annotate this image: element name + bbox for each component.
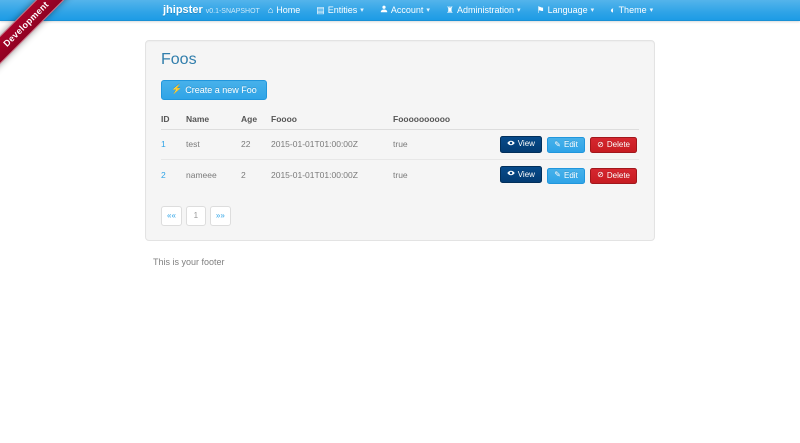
top-navbar: jhipster v0.1-SNAPSHOT ⌂ Home ▤ Entities… [0, 0, 800, 21]
table-row: 2 nameee 2 2015-01-01T01:00:00Z true Vie… [161, 160, 639, 190]
cell-foooo: 2015-01-01T01:00:00Z [271, 129, 393, 160]
cell-flong: true [393, 160, 479, 190]
cell-foooo: 2015-01-01T01:00:00Z [271, 160, 393, 190]
cell-age: 22 [241, 129, 271, 160]
pencil-icon: ✎ [554, 171, 561, 179]
create-foo-label: Create a new Foo [185, 85, 257, 95]
pagination-last-button[interactable]: »» [210, 206, 231, 226]
view-button[interactable]: View [500, 166, 542, 183]
main-container: Foos ⚡ Create a new Foo ID Name Age Fooo… [145, 40, 655, 267]
cell-flong: true [393, 129, 479, 160]
pagination: «« 1 »» [161, 206, 639, 226]
table-row: 1 test 22 2015-01-01T01:00:00Z true View… [161, 129, 639, 160]
eye-icon [507, 139, 515, 149]
nav-item-label: Account [391, 5, 424, 15]
brand-link[interactable]: jhipster v0.1-SNAPSHOT [163, 4, 260, 16]
nav-item-language[interactable]: ⚑ Language ▾ [528, 0, 602, 20]
nav-item-home[interactable]: ⌂ Home [260, 0, 308, 20]
delete-label: Delete [607, 171, 630, 180]
flag-icon: ⚑ [536, 6, 544, 15]
delete-button[interactable]: ⊘ Delete [590, 137, 637, 153]
eye-icon [507, 169, 515, 179]
edit-button[interactable]: ✎ Edit [547, 168, 585, 184]
adjust-icon: ◐ [610, 6, 615, 15]
flash-icon: ⚡ [171, 85, 182, 94]
cell-age: 2 [241, 160, 271, 190]
chevron-down-icon: ▾ [591, 6, 595, 14]
footer-text: This is your footer [145, 257, 655, 267]
pagination-first-button[interactable]: «« [161, 206, 182, 226]
row-id-link[interactable]: 1 [161, 139, 166, 149]
table-header-row: ID Name Age Foooo Foooooooooo [161, 110, 639, 130]
column-header-flong: Foooooooooo [393, 110, 479, 130]
row-id-link[interactable]: 2 [161, 170, 166, 180]
app-window: Development jhipster v0.1-SNAPSHOT ⌂ Hom… [0, 0, 800, 443]
column-header-foooo: Foooo [271, 110, 393, 130]
chevron-down-icon: ▾ [360, 6, 364, 14]
delete-button[interactable]: ⊘ Delete [590, 168, 637, 184]
nav-item-label: Administration [457, 5, 514, 15]
nav-item-entities[interactable]: ▤ Entities ▾ [308, 0, 372, 20]
chevron-down-icon: ▾ [650, 6, 654, 14]
edit-label: Edit [564, 171, 578, 180]
chevron-down-icon: ▾ [426, 6, 430, 14]
content-panel: Foos ⚡ Create a new Foo ID Name Age Fooo… [145, 40, 655, 241]
column-header-id: ID [161, 110, 186, 130]
ban-icon: ⊘ [597, 171, 604, 179]
nav-item-account[interactable]: Account ▾ [372, 0, 438, 20]
brand-name: jhipster [163, 4, 203, 16]
nav-item-label: Entities [328, 5, 358, 15]
column-header-name: Name [186, 110, 241, 130]
pagination-page-1[interactable]: 1 [186, 206, 206, 226]
page-title: Foos [161, 51, 639, 69]
list-icon: ▤ [316, 6, 325, 15]
delete-label: Delete [607, 140, 630, 149]
nav-item-theme[interactable]: ◐ Theme ▾ [602, 0, 661, 20]
cell-name: test [186, 129, 241, 160]
view-label: View [518, 139, 535, 148]
column-header-actions [479, 110, 639, 130]
nav-item-label: Home [276, 5, 300, 15]
user-icon [380, 5, 388, 15]
navbar-container: jhipster v0.1-SNAPSHOT ⌂ Home ▤ Entities… [145, 0, 655, 20]
cell-name: nameee [186, 160, 241, 190]
edit-button[interactable]: ✎ Edit [547, 137, 585, 153]
brand-version: v0.1-SNAPSHOT [206, 8, 260, 15]
view-label: View [518, 170, 535, 179]
edit-label: Edit [564, 140, 578, 149]
pencil-icon: ✎ [554, 141, 561, 149]
create-foo-button[interactable]: ⚡ Create a new Foo [161, 80, 267, 100]
nav-item-label: Language [548, 5, 588, 15]
column-header-age: Age [241, 110, 271, 130]
chevron-down-icon: ▾ [517, 6, 521, 14]
foos-table: ID Name Age Foooo Foooooooooo 1 test 22 … [161, 110, 639, 190]
home-icon: ⌂ [268, 6, 273, 15]
nav-item-administration[interactable]: ♜ Administration ▾ [438, 0, 529, 20]
nav-item-label: Theme [619, 5, 647, 15]
ban-icon: ⊘ [597, 141, 604, 149]
view-button[interactable]: View [500, 136, 542, 153]
tower-icon: ♜ [446, 6, 454, 15]
navbar-menu: ⌂ Home ▤ Entities ▾ Account ▾ ♜ Administ… [260, 0, 661, 20]
